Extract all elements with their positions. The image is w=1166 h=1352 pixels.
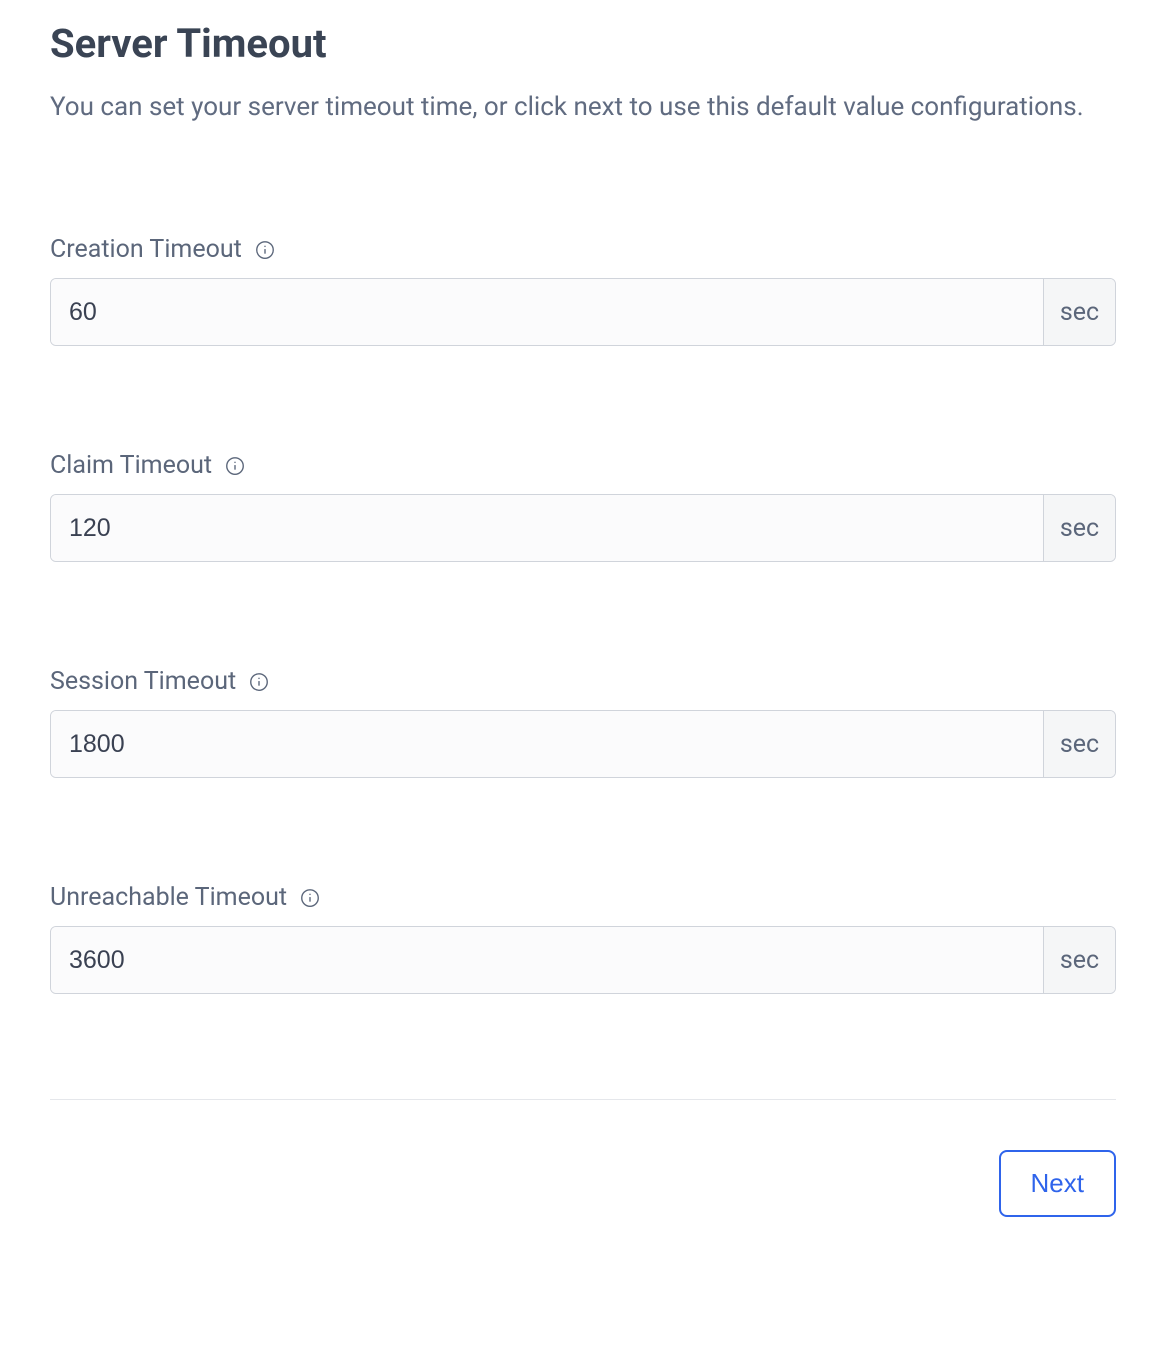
- unreachable-timeout-unit: sec: [1043, 927, 1115, 993]
- creation-timeout-input[interactable]: [51, 279, 1043, 345]
- claim-timeout-label: Claim Timeout: [50, 451, 212, 480]
- session-timeout-field: Session Timeout sec: [50, 667, 1116, 778]
- unreachable-timeout-input-group: sec: [50, 926, 1116, 994]
- session-timeout-input[interactable]: [51, 711, 1043, 777]
- creation-timeout-input-group: sec: [50, 278, 1116, 346]
- claim-timeout-input-group: sec: [50, 494, 1116, 562]
- claim-timeout-input[interactable]: [51, 495, 1043, 561]
- info-icon[interactable]: [224, 455, 246, 477]
- divider: [50, 1099, 1116, 1100]
- session-timeout-input-group: sec: [50, 710, 1116, 778]
- info-icon[interactable]: [254, 239, 276, 261]
- unreachable-timeout-field: Unreachable Timeout sec: [50, 883, 1116, 994]
- footer: Next: [50, 1150, 1116, 1217]
- info-icon[interactable]: [299, 887, 321, 909]
- server-timeout-panel: Server Timeout You can set your server t…: [0, 0, 1166, 1267]
- creation-timeout-label-row: Creation Timeout: [50, 235, 1116, 264]
- unreachable-timeout-label-row: Unreachable Timeout: [50, 883, 1116, 912]
- info-icon[interactable]: [248, 671, 270, 693]
- claim-timeout-field: Claim Timeout sec: [50, 451, 1116, 562]
- next-button[interactable]: Next: [999, 1150, 1116, 1217]
- creation-timeout-label: Creation Timeout: [50, 235, 242, 264]
- claim-timeout-unit: sec: [1043, 495, 1115, 561]
- unreachable-timeout-input[interactable]: [51, 927, 1043, 993]
- claim-timeout-label-row: Claim Timeout: [50, 451, 1116, 480]
- session-timeout-label-row: Session Timeout: [50, 667, 1116, 696]
- unreachable-timeout-label: Unreachable Timeout: [50, 883, 287, 912]
- page-title: Server Timeout: [50, 20, 1116, 67]
- session-timeout-label: Session Timeout: [50, 667, 236, 696]
- creation-timeout-field: Creation Timeout sec: [50, 235, 1116, 346]
- page-description: You can set your server timeout time, or…: [50, 89, 1116, 125]
- creation-timeout-unit: sec: [1043, 279, 1115, 345]
- session-timeout-unit: sec: [1043, 711, 1115, 777]
